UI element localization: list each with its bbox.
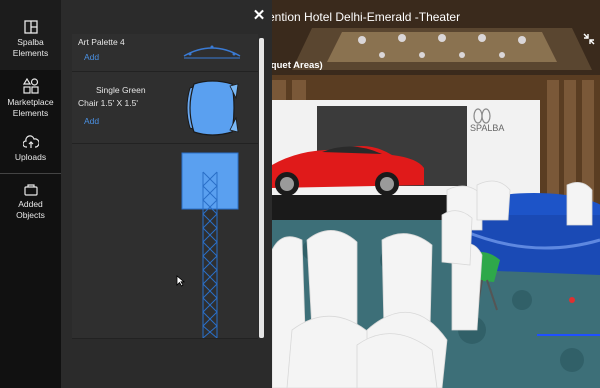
venue-title: vention Hotel Delhi-Emerald -Theater bbox=[262, 10, 461, 24]
left-nav: Spalba Elements Marketplace Elements Upl… bbox=[0, 0, 61, 388]
element-title: Chair 1.5' X 1.5' bbox=[78, 98, 138, 108]
element-title: Art Palette 4 bbox=[78, 37, 125, 47]
nav-label: Elements bbox=[12, 48, 49, 58]
shapes-icon bbox=[22, 78, 39, 94]
art-palette-thumbnail bbox=[183, 45, 241, 59]
3d-viewport[interactable]: SPALBA bbox=[272, 0, 600, 388]
nav-item-uploads[interactable]: Uploads bbox=[0, 125, 61, 173]
box-icon bbox=[23, 184, 38, 196]
nav-label: Spalba bbox=[17, 37, 44, 47]
venue-subtitle: nquet Areas) bbox=[265, 60, 323, 71]
nav-label: Uploads bbox=[14, 152, 47, 162]
collapse-icon[interactable] bbox=[583, 33, 595, 45]
cloud-upload-icon bbox=[22, 135, 39, 148]
scene-render: SPALBA bbox=[272, 0, 600, 388]
chair-thumbnail bbox=[186, 80, 239, 136]
nav-item-added-objects[interactable]: Added Objects bbox=[0, 173, 61, 229]
scrollbar-thumb[interactable] bbox=[259, 38, 264, 338]
element-card-single-green-chair[interactable]: Single Green Chair 1.5' X 1.5' Add bbox=[72, 72, 258, 144]
close-icon[interactable]: ✕ bbox=[252, 8, 266, 23]
nav-item-marketplace-elements[interactable]: Marketplace Elements bbox=[0, 70, 61, 125]
nav-label: Objects bbox=[16, 210, 45, 220]
nav-label: Marketplace bbox=[7, 97, 54, 107]
add-button[interactable]: Add bbox=[84, 116, 99, 126]
add-button[interactable]: Add bbox=[84, 52, 99, 62]
element-card-stage-truss[interactable] bbox=[72, 144, 258, 339]
nav-item-spalba-elements[interactable]: Spalba Elements bbox=[0, 0, 61, 70]
nav-label: Added bbox=[18, 199, 43, 209]
mouse-cursor-icon bbox=[176, 275, 185, 287]
element-card-art-palette-4[interactable]: Art Palette 4 Add bbox=[72, 34, 258, 72]
nav-label: Elements bbox=[12, 108, 49, 118]
brand-text: SPALBA bbox=[470, 123, 504, 133]
truss-thumbnail bbox=[181, 152, 239, 338]
element-title: Single Green bbox=[96, 85, 146, 95]
grid-icon bbox=[23, 20, 38, 34]
